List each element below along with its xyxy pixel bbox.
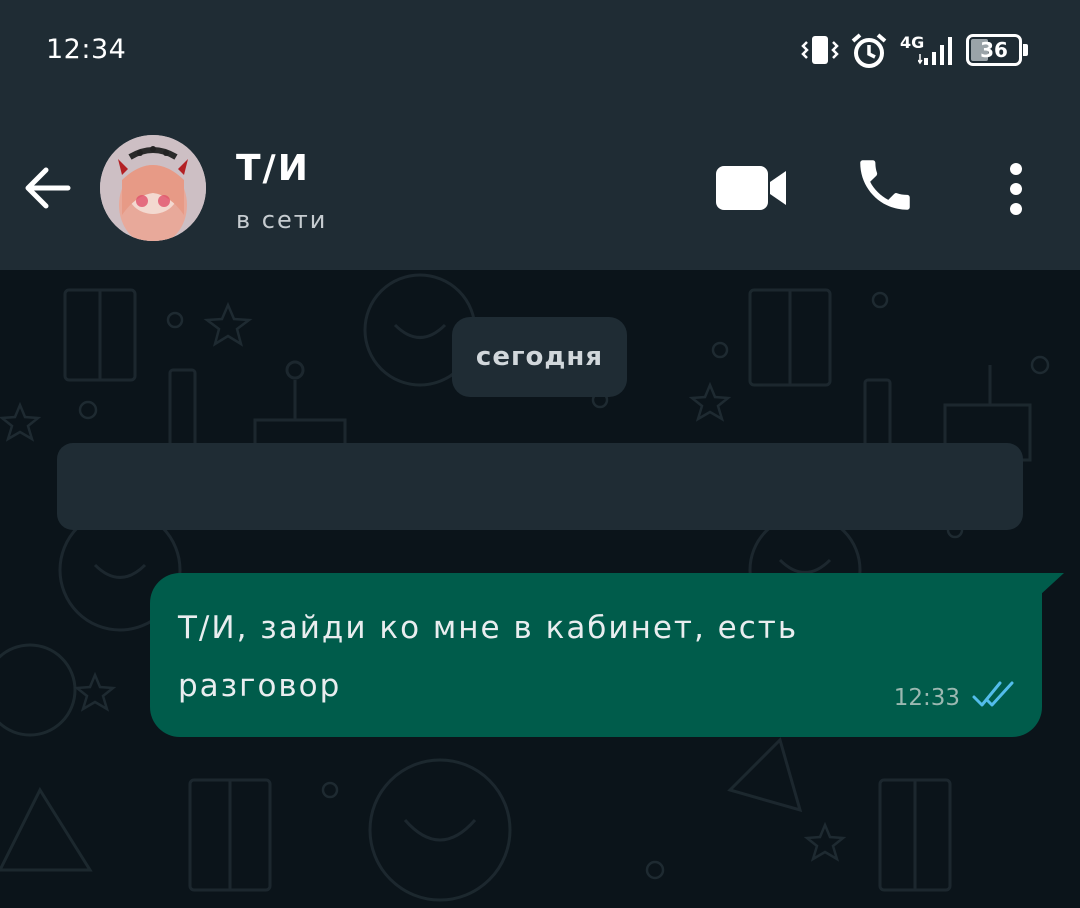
avatar-image [100, 135, 206, 241]
back-arrow-icon [25, 167, 71, 209]
contact-status: в сети [236, 206, 328, 234]
battery-icon: 36 [966, 34, 1028, 66]
avatar[interactable] [100, 135, 206, 241]
outgoing-message-bubble[interactable]: Т/И, зайди ко мне в кабинет, есть разгов… [150, 573, 1042, 737]
video-call-button[interactable] [712, 160, 792, 216]
battery-level: 36 [980, 38, 1008, 62]
alarm-icon [851, 33, 887, 68]
date-separator: сегодня [452, 317, 627, 397]
more-options-button[interactable] [996, 160, 1036, 220]
vibrate-icon [801, 36, 839, 64]
phone-icon [860, 160, 910, 210]
voice-call-button[interactable] [852, 152, 918, 218]
chat-header: Т/И в сети [0, 100, 1080, 270]
more-vertical-icon [1010, 163, 1022, 215]
message-timestamp: 12:33 [893, 685, 960, 711]
double-check-read-icon [972, 681, 1014, 707]
back-button[interactable] [18, 158, 78, 218]
signal-icon [918, 37, 952, 65]
status-clock: 12:34 [46, 34, 127, 65]
chat-area[interactable]: сегодня Т/И, зайди ко мне в кабинет, ест… [0, 270, 1080, 908]
outgoing-message-text: Т/И, зайди ко мне в кабинет, есть разгов… [178, 610, 799, 704]
incoming-message-bubble[interactable] [57, 443, 1023, 530]
video-call-icon [716, 166, 786, 210]
status-bar: 12:34 4G 36 [0, 0, 1080, 100]
contact-name[interactable]: Т/И [236, 148, 310, 189]
outgoing-bubble-tail [1040, 573, 1064, 595]
